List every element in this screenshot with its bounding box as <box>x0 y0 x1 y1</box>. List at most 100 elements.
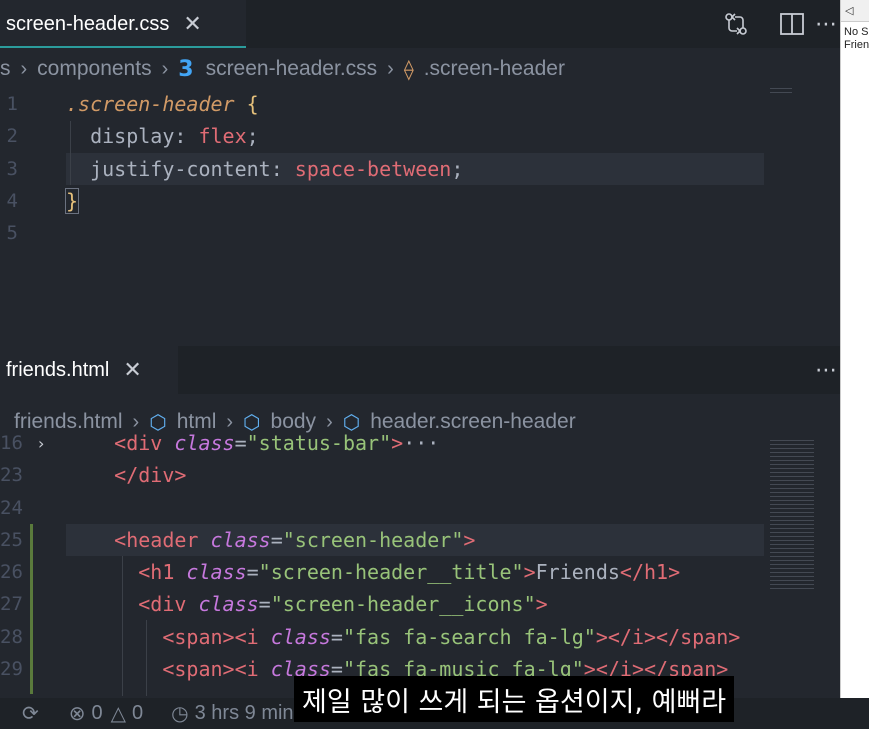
html-code-editor[interactable]: 16 <div class="status-bar">··· 23 </div> 2… <box>0 427 764 685</box>
line-number: 23 <box>0 464 23 487</box>
code-line[interactable]: 16 <div class="status-bar">··· <box>0 427 764 459</box>
sync-icon[interactable]: ⟳ <box>22 701 39 726</box>
git-compare-icon[interactable] <box>716 6 756 42</box>
code-token: = <box>258 592 271 617</box>
code-text: } <box>64 185 80 217</box>
code-token: <header <box>114 527 199 552</box>
close-icon[interactable]: ✕ <box>183 12 201 37</box>
chevron-right-icon: › <box>387 57 394 80</box>
breadcrumb-item[interactable]: s <box>0 57 11 81</box>
code-text: <header class="screen-header"> <box>66 523 764 557</box>
code-line[interactable]: 4} <box>0 185 764 217</box>
minimap[interactable] <box>770 88 792 96</box>
code-token: justify-content <box>66 156 271 181</box>
code-token: class <box>198 527 271 552</box>
line-number: 24 <box>0 496 23 519</box>
top-tabbar: screen-header.css ✕ ⋯ <box>0 0 840 48</box>
code-token: "screen-header__title" <box>258 560 524 585</box>
code-text: </div> <box>66 459 186 491</box>
code-text: <span><i class="fas fa-search fa-lg"></i… <box>66 621 740 653</box>
minimap[interactable] <box>770 440 814 590</box>
bottom-tabbar: friends.html ✕ ⋯ <box>0 346 840 394</box>
problems-indicator[interactable]: ⊗ 0 △ 0 <box>69 701 143 726</box>
more-actions-icon[interactable]: ⋯ <box>812 352 840 388</box>
code-token: > <box>523 560 536 585</box>
video-subtitle: 제일 많이 쓰게 되는 옵션이지, 예뻐라 <box>294 676 735 722</box>
code-token: display <box>66 124 175 149</box>
css-file-icon: 3 <box>178 56 194 82</box>
code-line[interactable]: 27 <div class="screen-header__icons"> <box>0 588 764 620</box>
code-line[interactable]: 28 <span><i class="fas fa-search fa-lg">… <box>0 621 764 653</box>
breadcrumb: s › components › 3 screen-header.css › ⟠… <box>0 49 840 89</box>
code-line[interactable]: 26 <h1 class="screen-header__title">Frie… <box>0 556 764 588</box>
split-editor-icon[interactable] <box>772 6 812 42</box>
code-token: <span><i <box>162 657 259 682</box>
code-text: .screen-header { <box>66 88 259 120</box>
active-tab-indicator <box>0 46 246 48</box>
code-token: .screen-header <box>66 92 235 116</box>
line-number: 3 <box>6 157 18 180</box>
code-line[interactable]: 23 </div> <box>0 459 764 491</box>
css-code-editor[interactable]: 1 .screen-header {2 display: flex; 3 justi… <box>0 88 764 249</box>
more-actions-icon[interactable]: ⋯ <box>812 6 840 42</box>
code-token: <div <box>138 592 187 617</box>
code-token: "fas fa-search fa-lg" <box>342 624 596 649</box>
code-token: ; <box>246 124 259 149</box>
code-text: display: flex; <box>66 120 259 152</box>
line-number: 29 <box>0 658 23 681</box>
tab-title: screen-header.css <box>6 12 170 35</box>
code-text: <h1 class="screen-header__title">Friends… <box>66 556 680 588</box>
code-text: <div class="screen-header__icons"> <box>66 588 547 620</box>
preview-text: No S <box>844 26 869 38</box>
indent-guide <box>122 556 123 696</box>
code-token: : <box>270 156 295 181</box>
chevron-right-icon: › <box>161 57 169 80</box>
code-token: = <box>270 527 283 552</box>
code-token: ; <box>451 156 464 181</box>
indent-guide <box>70 121 71 185</box>
close-icon[interactable]: ✕ <box>123 358 141 383</box>
breadcrumb-item[interactable]: components <box>37 57 151 81</box>
line-number: 4 <box>6 189 18 212</box>
code-token: <h1 <box>138 560 175 585</box>
code-line[interactable]: 24 <box>0 492 764 524</box>
git-modified-gutter <box>30 524 33 694</box>
code-token: space-between <box>294 156 452 181</box>
code-token: > <box>463 527 476 552</box>
fold-chevron-icon[interactable]: › <box>38 434 44 453</box>
time-text: 3 hrs 9 mins <box>194 702 304 724</box>
code-token: Friends <box>535 560 620 585</box>
code-line[interactable]: 1 .screen-header { <box>0 88 764 120</box>
warning-count: 0 <box>132 702 144 724</box>
breadcrumb-item[interactable]: screen-header.css <box>206 57 378 81</box>
breadcrumb-item[interactable]: .screen-header <box>424 57 565 81</box>
time-tracker[interactable]: ◷ 3 hrs 9 mins <box>171 701 303 726</box>
code-token: > <box>391 431 404 455</box>
code-line[interactable]: 2 display: flex; <box>0 120 764 152</box>
tab-friends-html[interactable]: friends.html ✕ <box>0 346 178 394</box>
preview-toolbar: ◁ <box>841 0 869 22</box>
line-number: 27 <box>0 593 23 616</box>
tab-screen-header-css[interactable]: screen-header.css ✕ <box>0 0 246 48</box>
code-token: class <box>258 624 331 649</box>
code-token: class <box>186 592 259 617</box>
back-triangle-icon[interactable]: ◁ <box>845 4 853 17</box>
code-token: = <box>246 560 259 585</box>
code-token: = <box>234 431 247 455</box>
code-token: ></i></span> <box>595 624 741 649</box>
code-line[interactable]: 5 <box>0 217 764 249</box>
editor-actions: ⋯ <box>812 346 840 394</box>
code-token: "status-bar" <box>246 431 392 455</box>
code-token: = <box>330 624 343 649</box>
error-count: 0 <box>91 702 103 724</box>
code-line[interactable]: 25 <header class="screen-header"> <box>0 523 764 557</box>
code-line[interactable]: 3 justify-content: space-between; <box>0 152 764 185</box>
code-token: <div <box>114 431 163 455</box>
line-number: 16 <box>0 432 23 454</box>
code-token: ··· <box>403 431 440 455</box>
